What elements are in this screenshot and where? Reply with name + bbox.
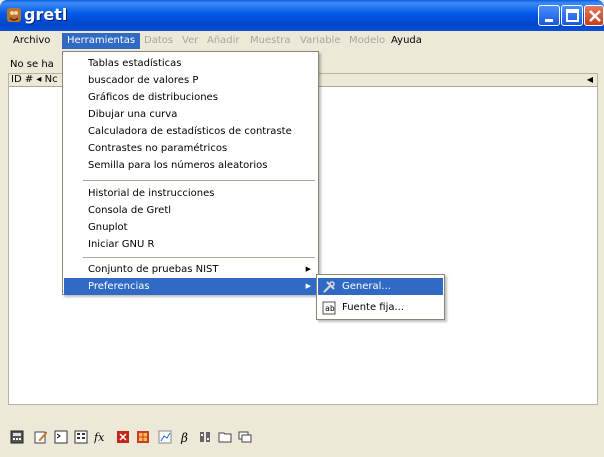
- menu-datos-label: Datos: [144, 35, 174, 46]
- menu-item-conjunto-pruebas-nist[interactable]: Conjunto de pruebas NIST ▶: [64, 261, 317, 278]
- menu-item-label: Gráficos de distribuciones: [88, 92, 218, 103]
- scroll-left-arrow-icon[interactable]: ◀: [587, 74, 593, 86]
- folder-icon[interactable]: [218, 430, 232, 444]
- menu-item-general[interactable]: General...: [318, 278, 443, 295]
- windows-icon[interactable]: [238, 430, 252, 444]
- menu-item-graficos-distribuciones[interactable]: Gráficos de distribuciones: [64, 89, 317, 106]
- svg-text:ab: ab: [325, 304, 335, 313]
- menu-item-historial-instrucciones[interactable]: Historial de instrucciones: [64, 185, 317, 202]
- matrix-icon[interactable]: [198, 430, 212, 444]
- menu-item-label: Historial de instrucciones: [88, 188, 215, 199]
- menu-separator: [83, 180, 315, 181]
- preferencias-submenu: General... ab Fuente fija...: [316, 274, 445, 320]
- menu-separator: [83, 257, 315, 258]
- maximize-icon: [566, 9, 579, 22]
- menu-variable[interactable]: Variable: [295, 33, 346, 49]
- menu-anadir-label: Añadir: [207, 35, 240, 46]
- menu-ver[interactable]: Ver: [177, 33, 203, 49]
- menu-item-label: Iniciar GNU R: [88, 239, 155, 250]
- menu-item-calculadora-estadisticos[interactable]: Calculadora de estadísticos de contraste: [64, 123, 317, 140]
- window-title: gretl: [24, 5, 68, 24]
- menu-item-label: Gnuplot: [88, 222, 128, 233]
- beta-icon[interactable]: β: [178, 430, 192, 444]
- edit-icon[interactable]: [34, 430, 48, 444]
- menu-ayuda[interactable]: Ayuda: [386, 33, 427, 49]
- menu-item-semilla-aleatorios[interactable]: Semilla para los números aleatorios: [64, 157, 317, 174]
- gretl-app-icon: [7, 8, 21, 22]
- pdf-icon[interactable]: [116, 430, 130, 444]
- menu-item-label: Semilla para los números aleatorios: [88, 160, 268, 171]
- menu-item-label: buscador de valores P: [88, 75, 199, 86]
- menu-item-dibujar-curva[interactable]: Dibujar una curva: [64, 106, 317, 123]
- menu-item-label: Tablas estadísticas: [88, 58, 182, 69]
- menu-item-contrastes-no-parametricos[interactable]: Contrastes no paramétricos: [64, 140, 317, 157]
- menu-item-buscador-valores-p[interactable]: buscador de valores P: [64, 72, 317, 89]
- menu-item-iniciar-gnu-r[interactable]: Iniciar GNU R: [64, 236, 317, 253]
- status-text: No se ha: [10, 59, 54, 70]
- menu-item-label: Contrastes no paramétricos: [88, 143, 228, 154]
- menu-item-consola-gretl[interactable]: Consola de Gretl: [64, 202, 317, 219]
- gretl-window: gretl Archivo Herramientas Datos Ver Aña…: [0, 0, 604, 457]
- menu-item-label: Preferencias: [88, 281, 150, 292]
- menu-muestra-label: Muestra: [250, 35, 291, 46]
- menu-item-gnuplot[interactable]: Gnuplot: [64, 219, 317, 236]
- menu-item-fuente-fija[interactable]: ab Fuente fija...: [318, 299, 443, 316]
- calculator-icon[interactable]: [10, 430, 24, 444]
- svg-text:fx: fx: [94, 431, 105, 444]
- submenu-arrow-icon: ▶: [305, 265, 311, 273]
- menu-ver-label: Ver: [182, 35, 199, 46]
- menu-item-preferencias[interactable]: Preferencias ▶: [64, 278, 317, 295]
- plot-icon[interactable]: [158, 430, 172, 444]
- close-icon: [589, 10, 601, 22]
- menu-herramientas-label: Herramientas: [67, 35, 136, 46]
- menu-item-label: Fuente fija...: [342, 302, 405, 313]
- close-button[interactable]: [584, 5, 604, 26]
- bottom-toolbar: fx β: [10, 430, 310, 452]
- menu-variable-label: Variable: [300, 35, 341, 46]
- function-icon[interactable]: fx: [94, 430, 108, 444]
- maximize-button[interactable]: [561, 5, 583, 26]
- minimize-button[interactable]: [538, 5, 560, 26]
- preferences-icon: [323, 281, 335, 293]
- menu-muestra[interactable]: Muestra: [245, 33, 296, 49]
- menu-anadir[interactable]: Añadir: [202, 33, 245, 49]
- menu-item-tablas-estadisticas[interactable]: Tablas estadísticas: [64, 55, 317, 72]
- menu-modelo[interactable]: Modelo: [344, 33, 390, 49]
- list-header-text: ID # ◂ Nc: [11, 74, 58, 85]
- menu-item-label: General...: [342, 281, 391, 292]
- font-icon: ab: [322, 301, 336, 315]
- menu-modelo-label: Modelo: [349, 35, 386, 46]
- grid-icon[interactable]: [136, 430, 150, 444]
- svg-text:β: β: [180, 431, 188, 444]
- terminal-icon[interactable]: [54, 430, 68, 444]
- menu-archivo-label: Archivo: [13, 35, 51, 46]
- menu-item-label: Dibujar una curva: [88, 109, 178, 120]
- menu-item-label: Consola de Gretl: [88, 205, 172, 216]
- menu-archivo[interactable]: Archivo: [8, 33, 55, 49]
- menu-item-label: Conjunto de pruebas NIST: [88, 264, 219, 275]
- menu-datos[interactable]: Datos: [139, 33, 178, 49]
- menu-herramientas[interactable]: Herramientas: [62, 33, 141, 49]
- session-icon[interactable]: [74, 430, 88, 444]
- submenu-arrow-icon: ▶: [305, 282, 311, 290]
- menu-ayuda-label: Ayuda: [391, 35, 422, 46]
- menu-bar: Archivo Herramientas Datos Ver Añadir Mu…: [0, 31, 604, 50]
- menu-item-label: Calculadora de estadísticos de contraste: [88, 126, 292, 137]
- minimize-icon: [545, 19, 553, 22]
- herramientas-menu: Tablas estadísticas buscador de valores …: [62, 51, 319, 295]
- title-bar[interactable]: gretl: [0, 0, 604, 31]
